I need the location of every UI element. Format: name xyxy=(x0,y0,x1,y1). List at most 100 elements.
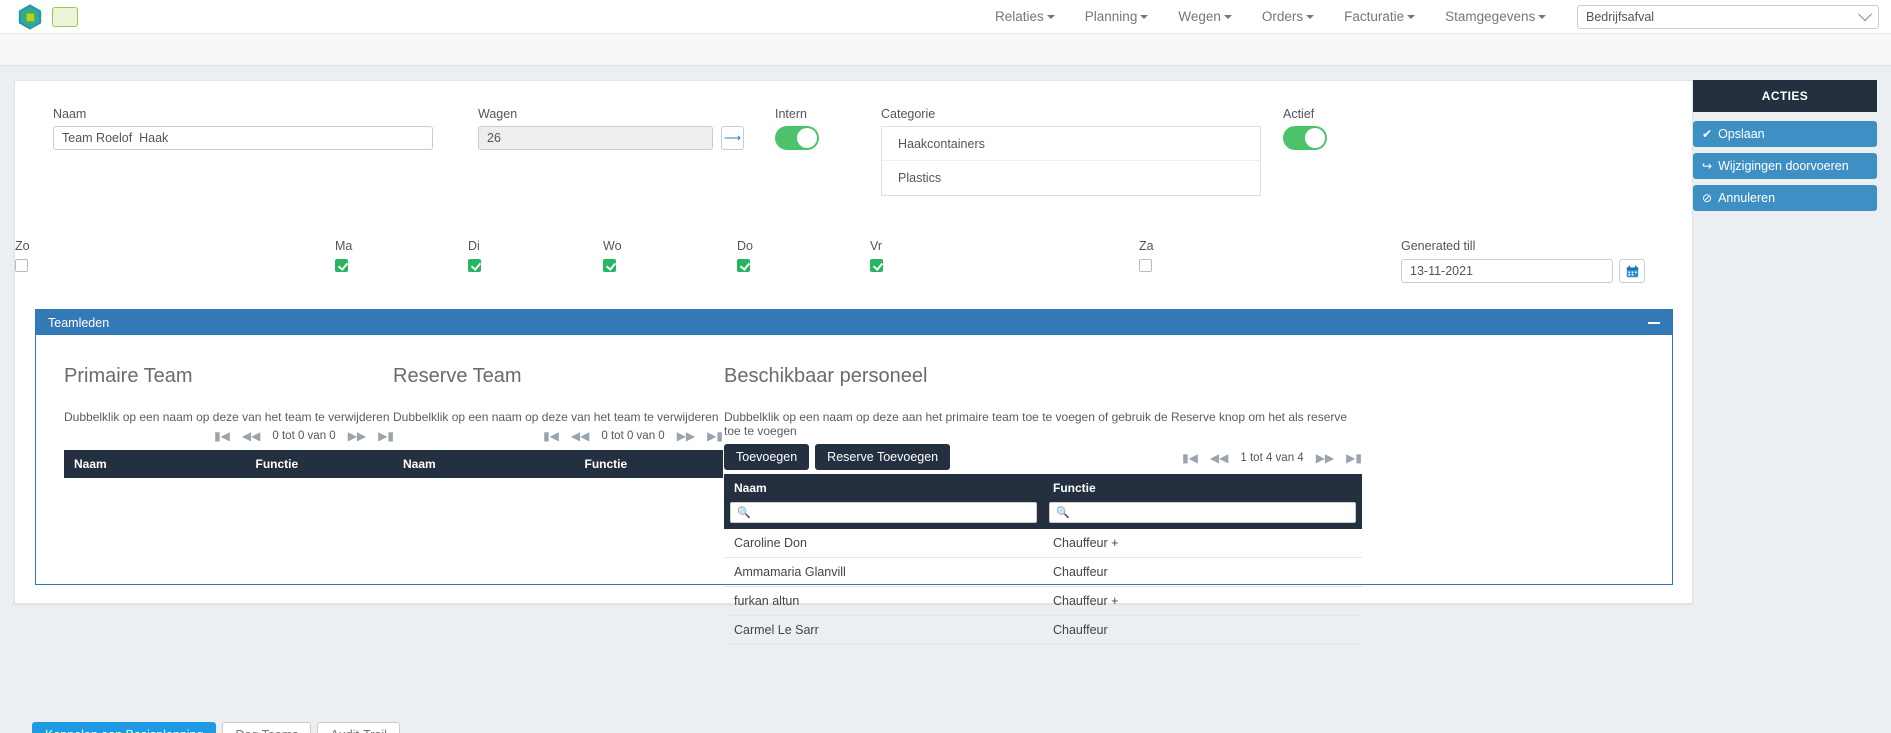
brand[interactable] xyxy=(0,3,78,31)
beschikbaar-pager: ▮◀ ◀◀ 1 tot 4 van 4 ▶▶ ▶▮ xyxy=(950,448,1362,468)
day-checkbox-wo[interactable] xyxy=(603,259,616,272)
table-row[interactable]: Caroline Don Chauffeur + xyxy=(724,529,1362,558)
wijzigingen-label: Wijzigingen doorvoeren xyxy=(1718,159,1849,173)
wagen-input[interactable] xyxy=(478,126,713,150)
day-checkbox-ma[interactable] xyxy=(335,259,348,272)
brand-badge xyxy=(52,6,78,27)
annuleren-button[interactable]: ⊘ Annuleren xyxy=(1693,185,1877,211)
col-header-functie[interactable]: Functie xyxy=(574,450,723,478)
beschikbaar-pager-text: 1 tot 4 van 4 xyxy=(1240,452,1304,464)
col-header-functie[interactable]: Functie xyxy=(245,450,394,478)
annuleren-label: Annuleren xyxy=(1718,191,1776,205)
col-header-functie[interactable]: Functie xyxy=(1043,474,1362,502)
table-row[interactable]: Ammamaria Glanvill Chauffeur xyxy=(724,557,1362,587)
ban-icon: ⊘ xyxy=(1702,191,1713,205)
check-icon: ✔ xyxy=(1702,127,1713,141)
filter-cell-functie: 🔍 xyxy=(1043,502,1362,529)
nav-item-relaties[interactable]: Relaties xyxy=(980,0,1070,34)
actief-toggle[interactable] xyxy=(1283,126,1327,150)
reserve-team-hint: Dubbelklik op een naam op deze van het t… xyxy=(393,410,719,424)
primaire-team-hint: Dubbelklik op een naam op deze van het t… xyxy=(64,410,390,424)
nav-item-facturatie[interactable]: Facturatie xyxy=(1329,0,1430,34)
cell-functie: Chauffeur xyxy=(1043,615,1362,645)
calendar-button[interactable] xyxy=(1619,259,1645,283)
page-first-icon[interactable]: ▮◀ xyxy=(1182,451,1198,465)
search-icon: 🔍 xyxy=(737,507,751,519)
page-last-icon[interactable]: ▶▮ xyxy=(707,429,723,443)
page-next-icon[interactable]: ▶▶ xyxy=(1316,451,1334,465)
day-checkbox-do[interactable] xyxy=(737,259,750,272)
nav-item-planning[interactable]: Planning xyxy=(1070,0,1164,34)
cell-naam: Carmel Le Sarr xyxy=(724,615,1043,645)
nav-item-wegen[interactable]: Wegen xyxy=(1163,0,1247,34)
day-label: Di xyxy=(468,239,480,253)
page-last-icon[interactable]: ▶▮ xyxy=(378,429,394,443)
day-checkbox-za[interactable] xyxy=(1139,259,1152,272)
naam-filter-input[interactable]: 🔍 xyxy=(730,502,1037,523)
table-header-row: Naam Functie xyxy=(393,450,723,478)
label-wagen: Wagen xyxy=(478,107,518,121)
page-last-icon[interactable]: ▶▮ xyxy=(1346,451,1362,465)
chevron-down-icon xyxy=(1407,15,1416,19)
cell-functie: Chauffeur + xyxy=(1043,586,1362,616)
label-categorie: Categorie xyxy=(881,107,936,121)
day-ma: Ma xyxy=(335,239,352,275)
minimize-icon[interactable] xyxy=(1648,321,1660,324)
company-select[interactable]: Bedrijfsafval xyxy=(1577,5,1879,29)
col-header-naam[interactable]: Naam xyxy=(393,450,575,478)
col-header-naam[interactable]: Naam xyxy=(64,450,246,478)
table-row[interactable]: furkan altun Chauffeur + xyxy=(724,586,1362,616)
categorie-item[interactable]: Haakcontainers xyxy=(882,127,1260,161)
tab-koppelen-aan-basisplanning[interactable]: Koppelen aan Basisplanning xyxy=(32,722,217,733)
column-primaire-team: Primaire Team Dubbelklik op een naam op … xyxy=(64,335,394,478)
intern-toggle[interactable] xyxy=(775,126,819,150)
toggle-knob xyxy=(1305,128,1325,148)
page-prev-icon[interactable]: ◀◀ xyxy=(571,429,589,443)
tab-dag-teams[interactable]: Dag Teams xyxy=(222,722,312,733)
page-body: Naam Wagen ⟶ Intern Categorie H xyxy=(0,66,1891,733)
day-label: Za xyxy=(1139,239,1154,253)
cell-naam: Ammamaria Glanvill xyxy=(724,557,1043,587)
page-next-icon[interactable]: ▶▶ xyxy=(348,429,366,443)
wijzigingen-doorvoeren-button[interactable]: ↪ Wijzigingen doorvoeren xyxy=(1693,153,1877,179)
page-first-icon[interactable]: ▮◀ xyxy=(543,429,559,443)
field-intern: Intern xyxy=(775,107,819,150)
col-header-naam[interactable]: Naam xyxy=(724,474,1043,502)
toevoegen-button[interactable]: Toevoegen xyxy=(724,444,810,470)
weekdays-row: Ma Di Wo Do Vr Za Zo Generated till 13-1… xyxy=(15,239,1692,299)
functie-filter-input[interactable]: 🔍 xyxy=(1049,502,1356,523)
day-do: Do xyxy=(737,239,753,275)
main-menu: Relaties Planning Wegen Orders Facturati… xyxy=(980,0,1646,34)
label-actief: Actief xyxy=(1283,107,1315,121)
cell-functie: Chauffeur + xyxy=(1043,529,1362,558)
nav-label: Facturatie xyxy=(1344,9,1405,24)
beschikbaar-title: Beschikbaar personeel xyxy=(724,365,928,387)
nav-item-stamgegevens[interactable]: Stamgegevens xyxy=(1430,0,1561,34)
table-row[interactable]: Carmel Le Sarr Chauffeur xyxy=(724,615,1362,645)
generated-till-input[interactable] xyxy=(1401,259,1613,283)
nav-item-orders[interactable]: Orders xyxy=(1247,0,1329,34)
toggle-knob xyxy=(797,128,817,148)
day-label: Wo xyxy=(603,239,622,253)
day-checkbox-vr[interactable] xyxy=(870,259,883,272)
page-next-icon[interactable]: ▶▶ xyxy=(677,429,695,443)
page-prev-icon[interactable]: ◀◀ xyxy=(1210,451,1228,465)
app-logo-icon xyxy=(18,3,42,30)
table-filter-row: 🔍 🔍 xyxy=(724,502,1362,529)
page-prev-icon[interactable]: ◀◀ xyxy=(242,429,260,443)
wagen-goto-button[interactable]: ⟶ xyxy=(721,126,744,150)
categorie-item[interactable]: Plastics xyxy=(882,161,1260,195)
label-naam: Naam xyxy=(53,107,87,121)
day-label: Vr xyxy=(870,239,883,253)
cell-naam: furkan altun xyxy=(724,586,1043,616)
column-reserve-team: Reserve Team Dubbelklik op een naam op d… xyxy=(393,335,723,478)
day-checkbox-di[interactable] xyxy=(468,259,481,272)
page-first-icon[interactable]: ▮◀ xyxy=(214,429,230,443)
naam-input[interactable] xyxy=(53,126,433,150)
beschikbaar-table: Naam Functie 🔍 🔍 Caroline Don Chauffeur … xyxy=(724,474,1362,645)
day-checkbox-zo[interactable] xyxy=(15,259,28,272)
opslaan-button[interactable]: ✔ Opslaan xyxy=(1693,121,1877,147)
reserve-toevoegen-button[interactable]: Reserve Toevoegen xyxy=(815,444,951,470)
tab-audit-trail[interactable]: Audit-Trail xyxy=(317,722,400,733)
field-wagen: Wagen ⟶ xyxy=(478,107,744,150)
